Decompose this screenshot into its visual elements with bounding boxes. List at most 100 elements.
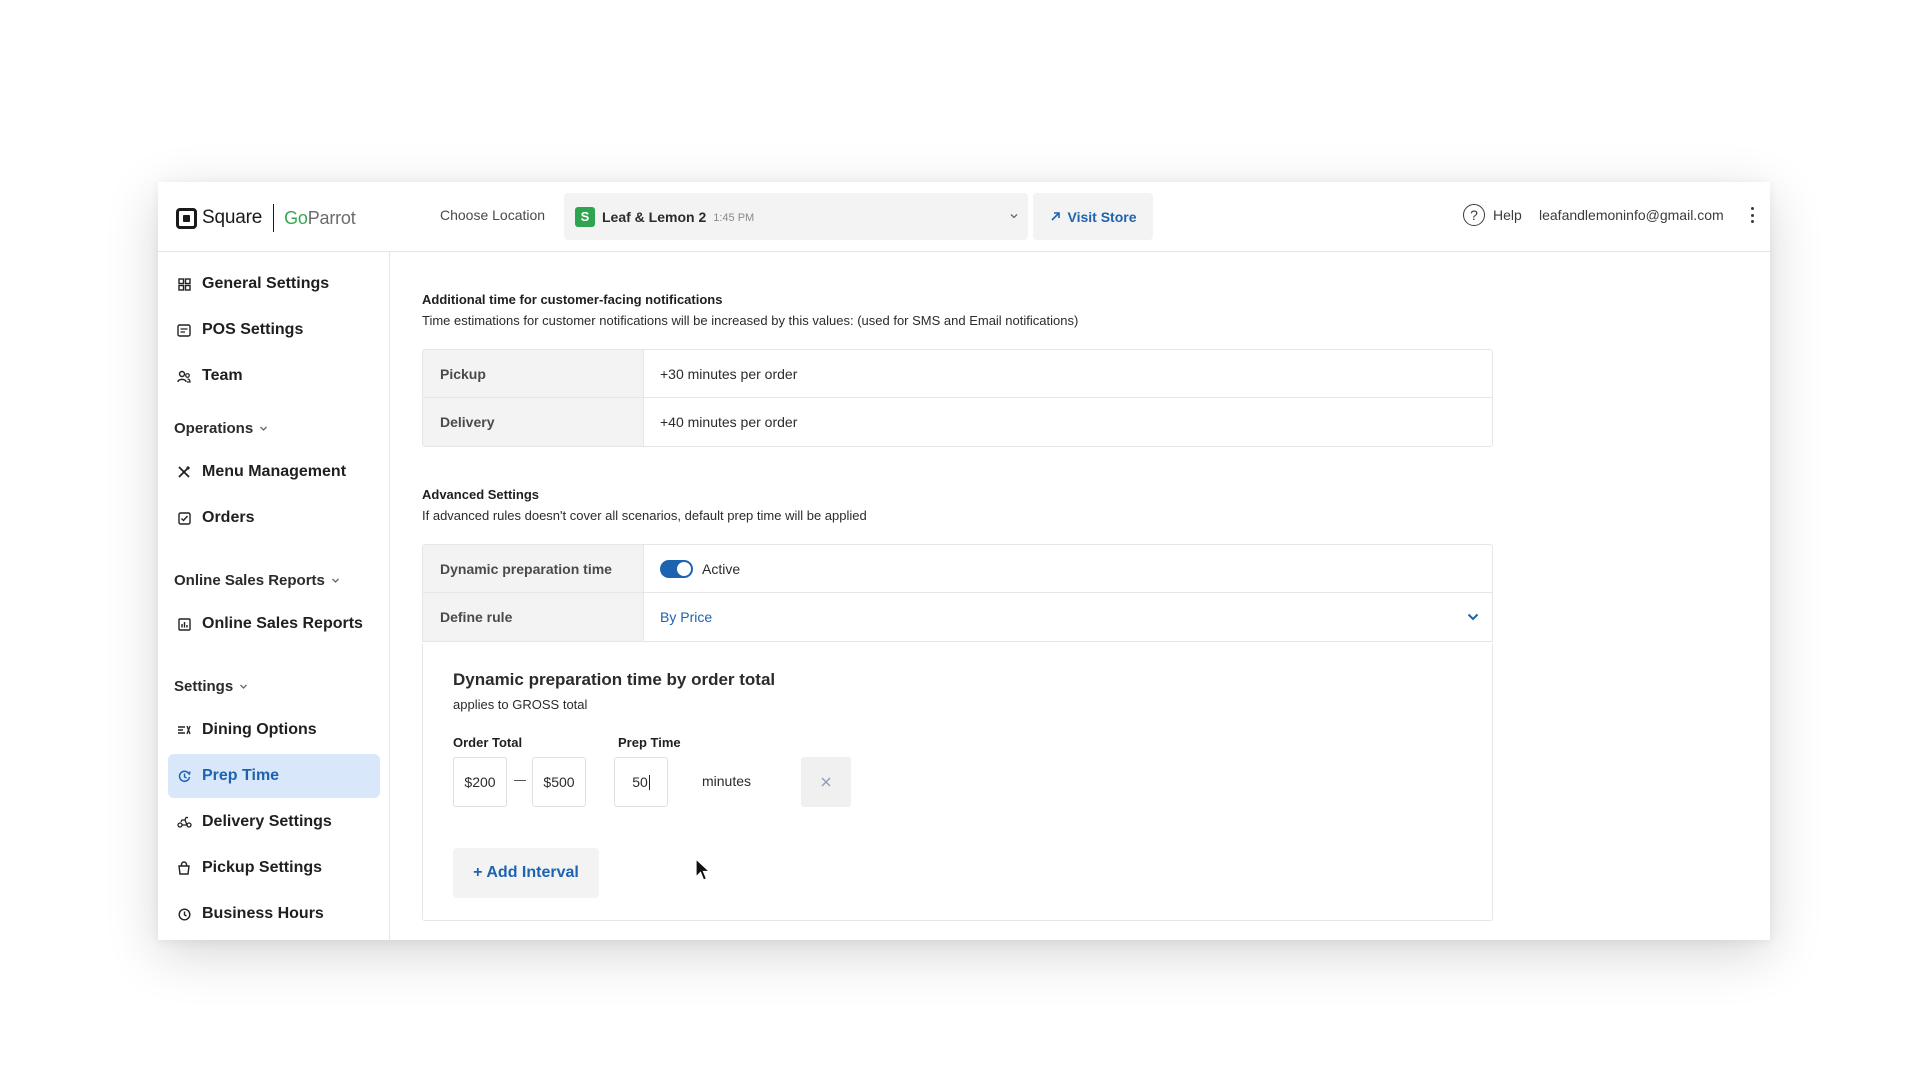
table-row: Delivery +40 minutes per order xyxy=(423,398,1492,446)
sidebar-item-label: POS Settings xyxy=(202,321,304,338)
app-window: Square GoParrot Choose Location S Leaf &… xyxy=(158,182,1770,940)
sidebar-item-pickup-settings[interactable]: Pickup Settings xyxy=(168,846,380,890)
delivery-label: Delivery xyxy=(423,398,644,446)
sidebar-item-label: Dining Options xyxy=(202,721,317,738)
pos-icon xyxy=(176,322,192,338)
pickup-label: Pickup xyxy=(423,350,644,397)
define-rule-label: Define rule xyxy=(423,593,644,641)
sidebar-item-label: Business Hours xyxy=(202,905,324,922)
sidebar-item-team[interactable]: Team xyxy=(168,354,380,398)
advanced-settings-table: Dynamic preparation time Active Define r… xyxy=(422,544,1493,642)
order-total-to-input[interactable]: $500 xyxy=(532,757,586,807)
more-menu-icon[interactable] xyxy=(1749,207,1755,223)
pickup-icon xyxy=(176,860,192,876)
help-link[interactable]: ? Help xyxy=(1463,204,1522,226)
dynamic-rule-panel: Dynamic preparation time by order total … xyxy=(422,644,1493,921)
table-row: Dynamic preparation time Active xyxy=(423,545,1492,593)
remove-interval-button[interactable] xyxy=(801,757,851,807)
sidebar-item-label: Pickup Settings xyxy=(202,859,323,876)
brand-divider xyxy=(273,204,275,232)
sidebar-item-general-settings[interactable]: General Settings xyxy=(168,262,380,306)
choose-location-label: Choose Location xyxy=(440,207,546,223)
sidebar-item-dining-options[interactable]: Dining Options xyxy=(168,708,380,752)
help-label: Help xyxy=(1493,207,1522,223)
sidebar-item-label: Orders xyxy=(202,509,255,526)
prep-time-value: 50 xyxy=(632,774,648,790)
utensils-icon xyxy=(176,464,192,480)
help-icon: ? xyxy=(1463,204,1485,226)
notifications-table: Pickup +30 minutes per order Delivery +4… xyxy=(422,349,1493,447)
dining-icon xyxy=(176,722,192,738)
section-settings[interactable]: Settings xyxy=(174,678,248,695)
location-select[interactable]: S Leaf & Lemon 2 1:45 PM xyxy=(564,193,1028,240)
section-operations[interactable]: Operations xyxy=(174,420,268,437)
sidebar-item-label: Delivery Settings xyxy=(202,813,332,830)
dynamic-prep-toggle[interactable] xyxy=(660,559,693,578)
grid-icon xyxy=(176,276,192,292)
minutes-unit: minutes xyxy=(702,773,752,789)
table-row: Define rule By Price xyxy=(423,593,1492,641)
text-caret xyxy=(648,774,650,790)
business-hours-icon xyxy=(176,906,192,922)
sidebar-item-delivery-settings[interactable]: Delivery Settings xyxy=(168,800,380,844)
delivery-icon xyxy=(176,814,192,830)
square-brand-name: Square xyxy=(202,207,263,228)
delivery-value: +40 minutes per order xyxy=(660,414,798,430)
define-rule-select[interactable]: By Price xyxy=(644,593,1492,641)
location-badge: S xyxy=(575,206,595,227)
pickup-value: +30 minutes per order xyxy=(660,365,798,382)
clock-icon xyxy=(176,768,192,784)
sidebar: General Settings POS Settings Team Opera… xyxy=(158,252,390,940)
prep-time-label: Prep Time xyxy=(618,735,681,750)
order-total-from-input[interactable]: $200 xyxy=(453,757,507,807)
chevron-down-icon xyxy=(240,684,248,689)
sidebar-item-label: General Settings xyxy=(202,275,330,292)
goparrot-brand-name: GoParrot xyxy=(284,207,356,228)
location-time: 1:45 PM xyxy=(713,211,755,224)
advanced-settings-title: Advanced Settings xyxy=(422,487,540,502)
top-bar: Square GoParrot Choose Location S Leaf &… xyxy=(158,182,1770,252)
visit-store-button[interactable]: Visit Store xyxy=(1033,193,1153,240)
sidebar-item-business-hours[interactable]: Business Hours xyxy=(168,892,380,936)
rule-subtitle: applies to GROSS total xyxy=(453,697,588,712)
main-content: Additional time for customer-facing noti… xyxy=(391,252,1770,940)
toggle-state-label: Active xyxy=(702,560,741,577)
sidebar-item-pos-settings[interactable]: POS Settings xyxy=(168,308,380,352)
chevron-down-icon xyxy=(331,578,339,583)
visit-store-label: Visit Store xyxy=(1067,208,1137,225)
sidebar-item-online-sales-reports[interactable]: Online Sales Reports xyxy=(168,602,380,646)
square-logo-icon xyxy=(176,207,197,229)
range-dash xyxy=(514,780,526,781)
notifications-description: Time estimations for customer notificati… xyxy=(422,313,1079,328)
chevron-down-icon xyxy=(260,426,268,431)
define-rule-value: By Price xyxy=(660,609,713,625)
sidebar-item-label: Team xyxy=(202,367,243,384)
checkbox-icon xyxy=(176,510,192,526)
sidebar-item-label: Online Sales Reports xyxy=(202,615,363,632)
close-icon xyxy=(821,777,831,787)
order-total-label: Order Total xyxy=(453,735,523,750)
sidebar-item-label: Menu Management xyxy=(202,463,347,480)
prep-time-input[interactable]: 50 xyxy=(614,757,668,807)
sidebar-item-orders[interactable]: Orders xyxy=(168,496,380,540)
chevron-down-icon xyxy=(1467,613,1479,621)
mouse-cursor-icon xyxy=(695,857,712,881)
report-icon xyxy=(176,616,192,632)
section-online-sales-reports[interactable]: Online Sales Reports xyxy=(174,572,340,589)
external-arrow-icon xyxy=(1050,212,1060,221)
location-name: Leaf & Lemon 2 xyxy=(602,208,707,225)
add-interval-button[interactable]: + Add Interval xyxy=(453,848,599,898)
chevron-down-icon xyxy=(1010,214,1018,219)
team-icon xyxy=(176,368,192,384)
table-row: Pickup +30 minutes per order xyxy=(423,350,1492,398)
rule-title: Dynamic preparation time by order total xyxy=(453,670,776,689)
sidebar-item-menu-management[interactable]: Menu Management xyxy=(168,450,380,494)
sidebar-item-prep-time[interactable]: Prep Time xyxy=(168,754,380,798)
user-email[interactable]: leafandlemoninfo@gmail.com xyxy=(1539,207,1724,223)
brand-logo[interactable]: Square GoParrot xyxy=(176,204,356,232)
dynamic-prep-value: Active xyxy=(644,545,1492,592)
notifications-title: Additional time for customer-facing noti… xyxy=(422,292,723,307)
dynamic-prep-label: Dynamic preparation time xyxy=(423,545,644,592)
advanced-settings-description: If advanced rules doesn't cover all scen… xyxy=(422,508,867,523)
sidebar-item-label: Prep Time xyxy=(202,767,280,784)
